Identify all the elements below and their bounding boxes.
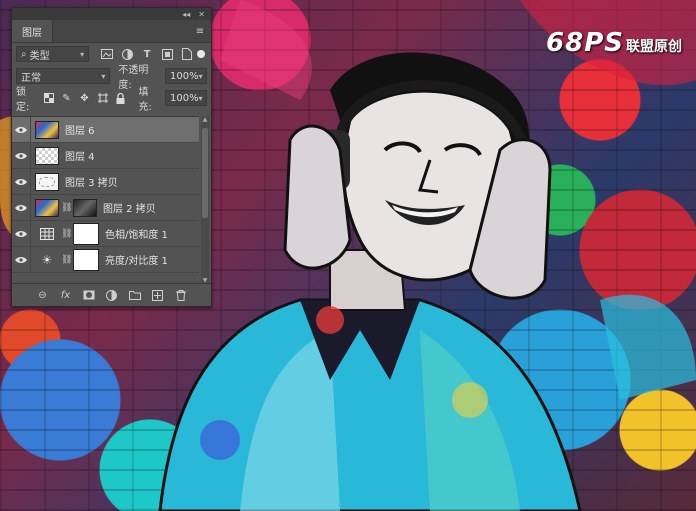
fill-field[interactable]: 100% ▾: [165, 90, 207, 106]
text-filter-icon[interactable]: T: [141, 48, 153, 60]
link-icon[interactable]: ⊖: [37, 289, 49, 301]
layer-row[interactable]: 图层 6: [12, 116, 199, 143]
chevron-down-icon: ▾: [198, 93, 203, 103]
visibility-eye-icon[interactable]: [12, 126, 30, 134]
hue-saturation-icon: [35, 227, 59, 240]
filter-row: ⌕ 类型 ▾ T: [12, 43, 211, 65]
layers-panel: ◂◂ ✕ 图层 ≡ ⌕ 类型 ▾ T 正常 ▾ 不透明度: 100% ▾ 锁定:…: [11, 7, 212, 307]
panel-titlebar: ◂◂ ✕: [12, 8, 211, 20]
layer-name[interactable]: 亮度/对比度 1: [105, 252, 168, 267]
fill-label: 填充:: [138, 87, 152, 113]
new-adjustment-icon[interactable]: [106, 289, 118, 301]
mask-link-icon[interactable]: ⛓: [61, 229, 72, 239]
trash-icon[interactable]: [175, 289, 187, 301]
scroll-up-icon[interactable]: ▲: [201, 116, 209, 123]
shape-filter-icon[interactable]: [161, 48, 173, 60]
collapse-panel-icon[interactable]: ◂◂: [182, 10, 190, 19]
lock-image-pixels-icon[interactable]: ✎: [61, 92, 73, 104]
layer-row[interactable]: ⛓ 图层 2 拷贝: [12, 194, 199, 221]
layer-list-scrollbar[interactable]: ▲ ▼: [201, 116, 209, 284]
chevron-down-icon: ▾: [198, 71, 203, 81]
filter-kind-dropdown[interactable]: ⌕ 类型 ▾: [16, 46, 90, 62]
close-panel-icon[interactable]: ✕: [198, 10, 205, 19]
image-filter-icon[interactable]: [101, 48, 114, 60]
layer-mask-thumbnail[interactable]: [73, 248, 99, 271]
filter-kind-label: 类型: [29, 50, 50, 62]
visibility-eye-icon[interactable]: [12, 230, 30, 238]
opacity-value: 100%: [170, 70, 199, 82]
fill-value: 100%: [170, 92, 199, 104]
filter-toggle-icon[interactable]: [197, 50, 205, 58]
lock-label: 锁定:: [16, 87, 30, 113]
panel-menu-icon[interactable]: ≡: [189, 20, 211, 42]
layer-thumbnail: [35, 120, 59, 139]
mask-link-icon[interactable]: ⛓: [61, 255, 72, 265]
layer-row[interactable]: 图层 3 拷贝: [12, 168, 199, 195]
layer-name[interactable]: 图层 2 拷贝: [103, 200, 156, 215]
smart-object-filter-icon[interactable]: [181, 48, 193, 60]
lock-all-icon[interactable]: [115, 92, 127, 104]
panel-tabbar: 图层 ≡: [12, 20, 211, 43]
layer-thumbnail: [35, 172, 59, 191]
mask-link-icon[interactable]: ⛓: [61, 203, 72, 213]
chevron-down-icon: ▾: [101, 71, 106, 81]
layer-thumbnail: [35, 198, 59, 217]
panel-bottom-bar: ⊖ fx: [12, 283, 211, 306]
layer-name[interactable]: 图层 3 拷贝: [65, 174, 118, 189]
add-mask-icon[interactable]: [83, 289, 95, 301]
new-layer-icon[interactable]: [152, 289, 164, 301]
search-icon: ⌕: [21, 48, 27, 60]
lock-transparent-pixels-icon[interactable]: [43, 92, 55, 104]
layer-name[interactable]: 色相/饱和度 1: [105, 226, 168, 241]
blend-mode-value: 正常: [21, 72, 41, 84]
visibility-eye-icon[interactable]: [12, 204, 30, 212]
layer-thumbnail: [35, 146, 59, 165]
lock-row: 锁定: ✎ ✥ 填充: 100% ▾: [12, 87, 211, 113]
visibility-eye-icon[interactable]: [12, 256, 30, 264]
layer-row[interactable]: 图层 4: [12, 142, 199, 169]
layer-row[interactable]: ⛓ 色相/饱和度 1: [12, 220, 199, 247]
tab-layers-label: 图层: [22, 27, 42, 39]
watermark: 68PS 联盟原创: [546, 28, 682, 58]
blend-mode-dropdown[interactable]: 正常 ▾: [16, 68, 111, 84]
fx-icon[interactable]: fx: [60, 289, 72, 301]
tab-layers[interactable]: 图层: [12, 20, 53, 42]
scrollbar-thumb[interactable]: [202, 128, 208, 218]
layer-name[interactable]: 图层 4: [65, 148, 95, 163]
lock-icons: ✎ ✥: [43, 92, 127, 104]
new-group-icon[interactable]: [128, 289, 141, 301]
lock-artboard-icon[interactable]: [97, 92, 109, 104]
layer-mask-thumbnail[interactable]: [73, 198, 97, 217]
watermark-text: 联盟原创: [626, 39, 682, 55]
filter-icons: T: [101, 48, 193, 60]
lock-position-icon[interactable]: ✥: [79, 92, 91, 104]
blend-row: 正常 ▾ 不透明度: 100% ▾: [12, 65, 211, 91]
layer-list: 图层 6 图层 4 图层 3 拷贝 ⛓ 图层 2 拷贝 ⛓ 色相/饱和度 1 ☀…: [12, 116, 199, 285]
visibility-eye-icon[interactable]: [12, 178, 30, 186]
adjustment-filter-icon[interactable]: [121, 48, 133, 60]
layer-name[interactable]: 图层 6: [65, 122, 95, 137]
layer-row[interactable]: ☀ ⛓ 亮度/对比度 1: [12, 246, 199, 273]
layer-mask-thumbnail[interactable]: [73, 222, 99, 245]
chevron-down-icon: ▾: [80, 49, 85, 59]
opacity-field[interactable]: 100% ▾: [165, 68, 207, 84]
brightness-contrast-icon: ☀: [41, 252, 53, 267]
visibility-eye-icon[interactable]: [12, 152, 30, 160]
watermark-logo: 68PS: [546, 28, 624, 58]
